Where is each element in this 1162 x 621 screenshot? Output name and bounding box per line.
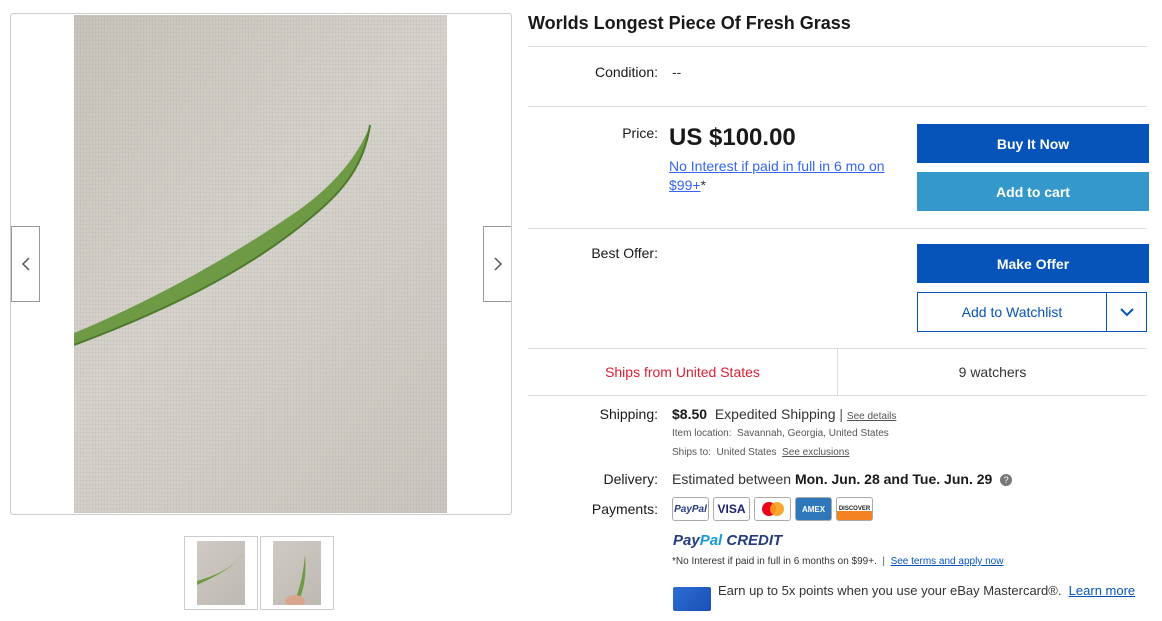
help-icon[interactable]: ? — [1000, 474, 1013, 486]
thumbnail-1[interactable] — [184, 536, 258, 610]
shipping-label: Shipping: — [599, 406, 658, 422]
financing-link[interactable]: No Interest if paid in full in 6 mo on $… — [669, 157, 914, 195]
listing-title: Worlds Longest Piece Of Fresh Grass — [528, 13, 851, 33]
see-exclusions-link[interactable]: See exclusions — [782, 447, 849, 458]
image-gallery — [10, 13, 512, 515]
main-product-photo[interactable] — [73, 15, 447, 513]
delivery-label: Delivery: — [603, 471, 658, 487]
ships-from-text: Ships from United States — [528, 349, 838, 395]
condition-label: Condition: — [594, 64, 658, 80]
amex-logo-icon: AMEX — [795, 497, 832, 521]
price-label: Price: — [622, 125, 658, 141]
paypal-credit-logo: PayPal CREDIT — [673, 532, 783, 549]
delivery-estimate: Estimated between Mon. Jun. 28 and Tue. … — [672, 471, 1013, 487]
grass-blade-image — [73, 124, 371, 346]
condition-value: -- — [672, 64, 682, 80]
thumbnail-strip — [184, 536, 334, 610]
chevron-right-icon — [493, 257, 502, 271]
chevron-left-icon — [21, 257, 30, 271]
buy-it-now-button[interactable]: Buy It Now — [917, 124, 1149, 163]
make-offer-button[interactable]: Make Offer — [917, 244, 1149, 283]
payments-label: Payments: — [591, 501, 658, 517]
divider — [528, 228, 1147, 229]
thumbnail-image — [273, 541, 321, 605]
visa-logo-icon: VISA — [713, 497, 750, 521]
divider — [528, 46, 1147, 47]
price-value: US $100.00 — [669, 124, 796, 151]
mastercard-promo: Earn up to 5x points when you use your e… — [718, 583, 1136, 598]
next-image-button[interactable] — [483, 226, 511, 302]
chevron-down-icon — [1119, 307, 1134, 316]
best-offer-label: Best Offer: — [591, 245, 658, 261]
watchlist-dropdown-button[interactable] — [1106, 292, 1147, 332]
mastercard-logo-icon — [754, 497, 791, 521]
thumbnail-image — [197, 541, 245, 605]
paypal-logo-icon: PayPal — [672, 497, 709, 521]
shipping-method: Expedited Shipping — [714, 406, 836, 422]
shipping-line: $8.50 Expedited Shipping | See details — [672, 406, 897, 422]
divider — [528, 106, 1147, 107]
add-to-watchlist-button[interactable]: Add to Watchlist — [917, 292, 1107, 332]
item-location: Item location: Savannah, Georgia, United… — [672, 428, 889, 439]
add-to-cart-button[interactable]: Add to cart — [917, 172, 1149, 211]
watchers-count: 9 watchers — [958, 364, 1027, 380]
thumbnail-2[interactable] — [260, 536, 334, 610]
ships-to: Ships to: United States See exclusions — [672, 447, 850, 458]
see-details-link[interactable]: See details — [847, 411, 896, 422]
see-terms-link[interactable]: See terms and apply now — [891, 556, 1004, 567]
payment-logos: PayPal VISA AMEX DISCOVER — [672, 497, 873, 521]
ebay-mastercard-icon — [673, 587, 711, 611]
previous-image-button[interactable] — [11, 226, 40, 302]
learn-more-link[interactable]: Learn more — [1069, 583, 1135, 598]
paypal-credit-note: *No Interest if paid in full in 6 months… — [672, 556, 1004, 567]
shipping-cost: $8.50 — [672, 406, 708, 422]
ships-info-row: Ships from United States 9 watchers — [528, 348, 1147, 396]
discover-logo-icon: DISCOVER — [836, 497, 873, 521]
